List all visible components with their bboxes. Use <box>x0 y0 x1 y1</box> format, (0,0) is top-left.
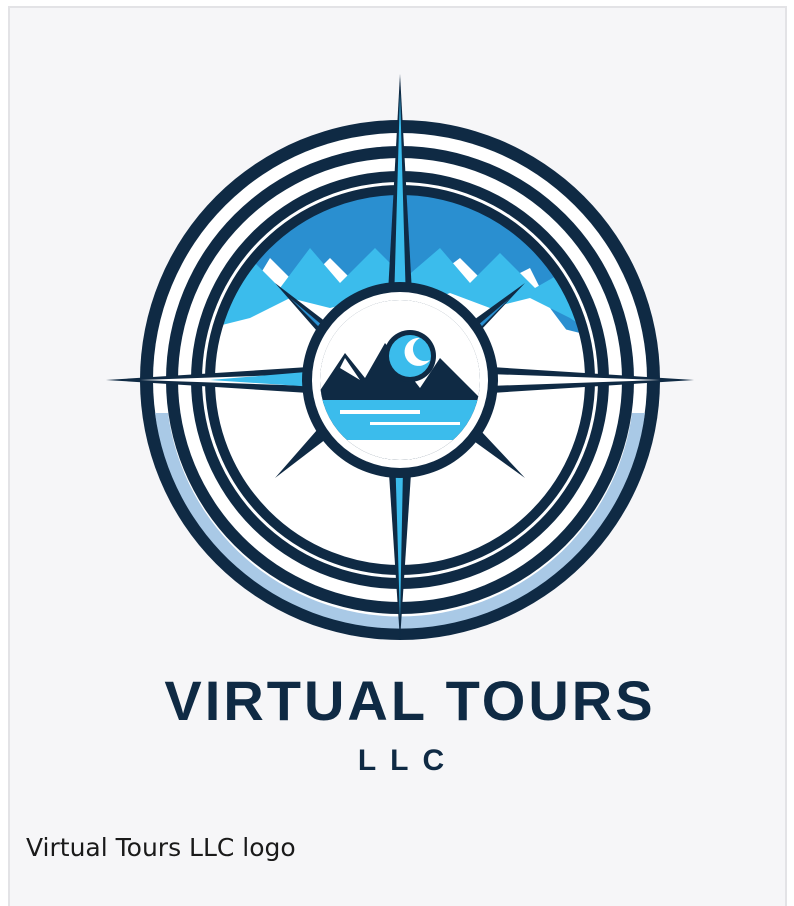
logo-name-line1: VIRTUAL TOURS <box>164 669 655 732</box>
logo-name-line2: LLC <box>358 744 458 777</box>
center-medallion <box>302 282 498 478</box>
image-caption: Virtual Tours LLC logo <box>26 833 296 862</box>
company-logo: VIRTUAL TOURS LLC <box>106 74 694 777</box>
image-panel: VIRTUAL TOURS LLC Virtual Tours LLC logo <box>8 6 787 906</box>
